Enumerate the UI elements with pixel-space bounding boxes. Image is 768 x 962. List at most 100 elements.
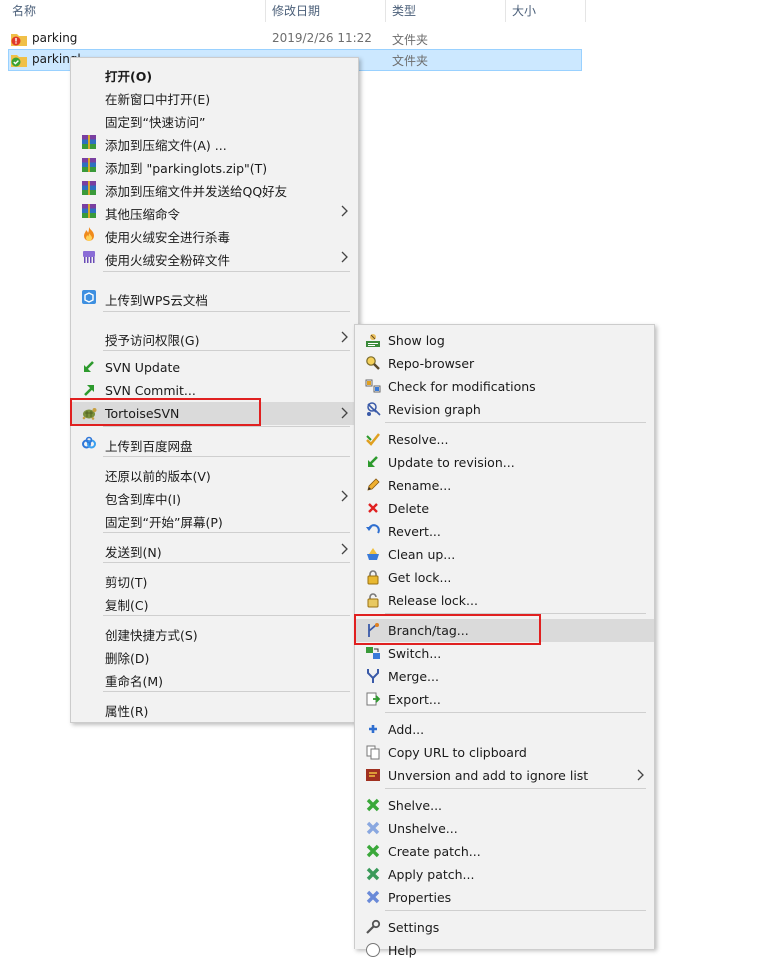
svn-menu-unversion-and-add-to-ignore-list[interactable]: Unversion and add to ignore list [355, 764, 654, 787]
svn-menu-resolve[interactable]: Resolve... [355, 428, 654, 451]
chevron-right-icon [340, 490, 350, 502]
tortoisesvn-highlight-box [70, 398, 261, 426]
menu-separator [103, 532, 350, 533]
context-menu-qq[interactable]: 添加到压缩文件并发送给QQ好友 [71, 177, 358, 200]
menu-separator [385, 910, 646, 911]
menu-item-label: Shelve... [388, 798, 443, 813]
context-menu-t[interactable]: 剪切(T) [71, 568, 358, 591]
menu-item-label: 还原以前的版本(V) [105, 469, 211, 484]
merge-icon [365, 668, 381, 684]
context-menu-svn-update[interactable]: SVN Update [71, 356, 358, 379]
context-menu-item-2[interactable]: 固定到“快速访问” [71, 108, 358, 131]
menu-item-label: 重命名(M) [105, 674, 164, 689]
svn-commit-icon [81, 382, 97, 398]
chevron-right-icon [340, 543, 350, 555]
svn-menu-update-to-revision[interactable]: Update to revision... [355, 451, 654, 474]
menu-item-label: Revert... [388, 524, 441, 539]
svn-menu-delete[interactable]: Delete [355, 497, 654, 520]
chevron-right-icon [636, 769, 646, 781]
svn-menu-switch[interactable]: Switch... [355, 642, 654, 665]
svn-menu-rename[interactable]: Rename... [355, 474, 654, 497]
context-menu-d[interactable]: 删除(D) [71, 644, 358, 667]
help-icon [365, 942, 381, 958]
context-menu-n[interactable]: 发送到(N) [71, 538, 358, 561]
winrar-icon [81, 157, 97, 173]
column-name-header[interactable]: 名称 [12, 2, 36, 19]
menu-item-label: 上传到百度网盘 [105, 439, 193, 454]
chevron-right-icon [340, 251, 350, 263]
context-menu-p[interactable]: 固定到“开始”屏幕(P) [71, 508, 358, 531]
column-type-header[interactable]: 类型 [392, 2, 416, 19]
update-revision-icon [365, 454, 381, 470]
menu-item-label: Rename... [388, 478, 452, 493]
file-date: 2019/2/26 11:22 [272, 31, 372, 45]
context-menu-i[interactable]: 包含到库中(I) [71, 485, 358, 508]
context-menu-item-14[interactable]: 上传到百度网盘 [71, 432, 358, 455]
menu-separator [103, 562, 350, 563]
svn-menu-add[interactable]: Add... [355, 718, 654, 741]
svn-menu-properties[interactable]: Properties [355, 886, 654, 909]
context-menu-o[interactable]: 打开(O) [71, 62, 358, 85]
menu-item-label: Properties [388, 890, 452, 905]
svn-menu-release-lock[interactable]: Release lock... [355, 589, 654, 612]
file-row[interactable]: parking 2019/2/26 11:22 文件夹 [8, 28, 582, 50]
context-menu-g[interactable]: 授予访问权限(G) [71, 326, 358, 349]
svn-menu-show-log[interactable]: Show log [355, 329, 654, 352]
menu-item-label: Add... [388, 722, 425, 737]
menu-separator [103, 350, 350, 351]
chevron-right-icon [340, 205, 350, 217]
svn-menu-shelve[interactable]: Shelve... [355, 794, 654, 817]
svn-menu-get-lock[interactable]: Get lock... [355, 566, 654, 589]
context-menu-r[interactable]: 属性(R) [71, 697, 358, 720]
context-menu-c[interactable]: 复制(C) [71, 591, 358, 614]
context-menu-wps[interactable]: 上传到WPS云文档 [71, 286, 358, 309]
svn-menu-clean-up[interactable]: Clean up... [355, 543, 654, 566]
menu-item-label: 删除(D) [105, 651, 150, 666]
create-patch-icon [365, 843, 381, 859]
svn-menu-revision-graph[interactable]: Revision graph [355, 398, 654, 421]
menu-separator [103, 426, 350, 427]
context-menu-item-8[interactable]: 使用火绒安全粉碎文件 [71, 246, 358, 269]
svn-menu-copy-url-to-clipboard[interactable]: Copy URL to clipboard [355, 741, 654, 764]
column-divider[interactable] [265, 0, 266, 22]
svn-menu-unshelve[interactable]: Unshelve... [355, 817, 654, 840]
column-divider[interactable] [505, 0, 506, 22]
context-menu-a[interactable]: 添加到压缩文件(A) ... [71, 131, 358, 154]
column-size-header[interactable]: 大小 [512, 2, 536, 19]
svn-menu-revert[interactable]: Revert... [355, 520, 654, 543]
winrar-icon [81, 203, 97, 219]
svn-menu-apply-patch[interactable]: Apply patch... [355, 863, 654, 886]
revert-icon [365, 523, 381, 539]
context-menu-s[interactable]: 创建快捷方式(S) [71, 621, 358, 644]
menu-item-label: Create patch... [388, 844, 481, 859]
huorong-icon [81, 226, 97, 242]
svn-menu-export[interactable]: Export... [355, 688, 654, 711]
apply-patch-icon [365, 866, 381, 882]
svn-menu-settings[interactable]: Settings [355, 916, 654, 939]
file-type: 文件夹 [392, 33, 429, 47]
menu-separator [385, 788, 646, 789]
menu-item-label: 发送到(N) [105, 545, 162, 560]
svn-menu-create-patch[interactable]: Create patch... [355, 840, 654, 863]
svn-menu-merge[interactable]: Merge... [355, 665, 654, 688]
svn-menu-repo-browser[interactable]: Repo-browser [355, 352, 654, 375]
context-menu-v[interactable]: 还原以前的版本(V) [71, 462, 358, 485]
context-menu-item-7[interactable]: 使用火绒安全进行杀毒 [71, 223, 358, 246]
menu-item-label: 使用火绒安全进行杀毒 [105, 230, 231, 245]
menu-item-label: 包含到库中(I) [105, 492, 181, 507]
column-date-header[interactable]: 修改日期 [272, 2, 320, 19]
menu-item-label: Merge... [388, 669, 439, 684]
context-menu-parkinglots-zip-t[interactable]: 添加到 "parkinglots.zip"(T) [71, 154, 358, 177]
menu-item-label: Delete [388, 501, 430, 516]
column-divider[interactable] [385, 0, 386, 22]
add-icon [365, 721, 381, 737]
context-menu-item-6[interactable]: 其他压缩命令 [71, 200, 358, 223]
context-menu-m[interactable]: 重命名(M) [71, 667, 358, 690]
column-divider[interactable] [585, 0, 586, 22]
menu-item-label: 在新窗口中打开(E) [105, 92, 211, 107]
context-menu-e[interactable]: 在新窗口中打开(E) [71, 85, 358, 108]
winrar-icon [81, 180, 97, 196]
svn-menu-help[interactable]: Help [355, 939, 654, 962]
unlock-icon [365, 592, 381, 608]
svn-menu-check-for-modifications[interactable]: Check for modifications [355, 375, 654, 398]
